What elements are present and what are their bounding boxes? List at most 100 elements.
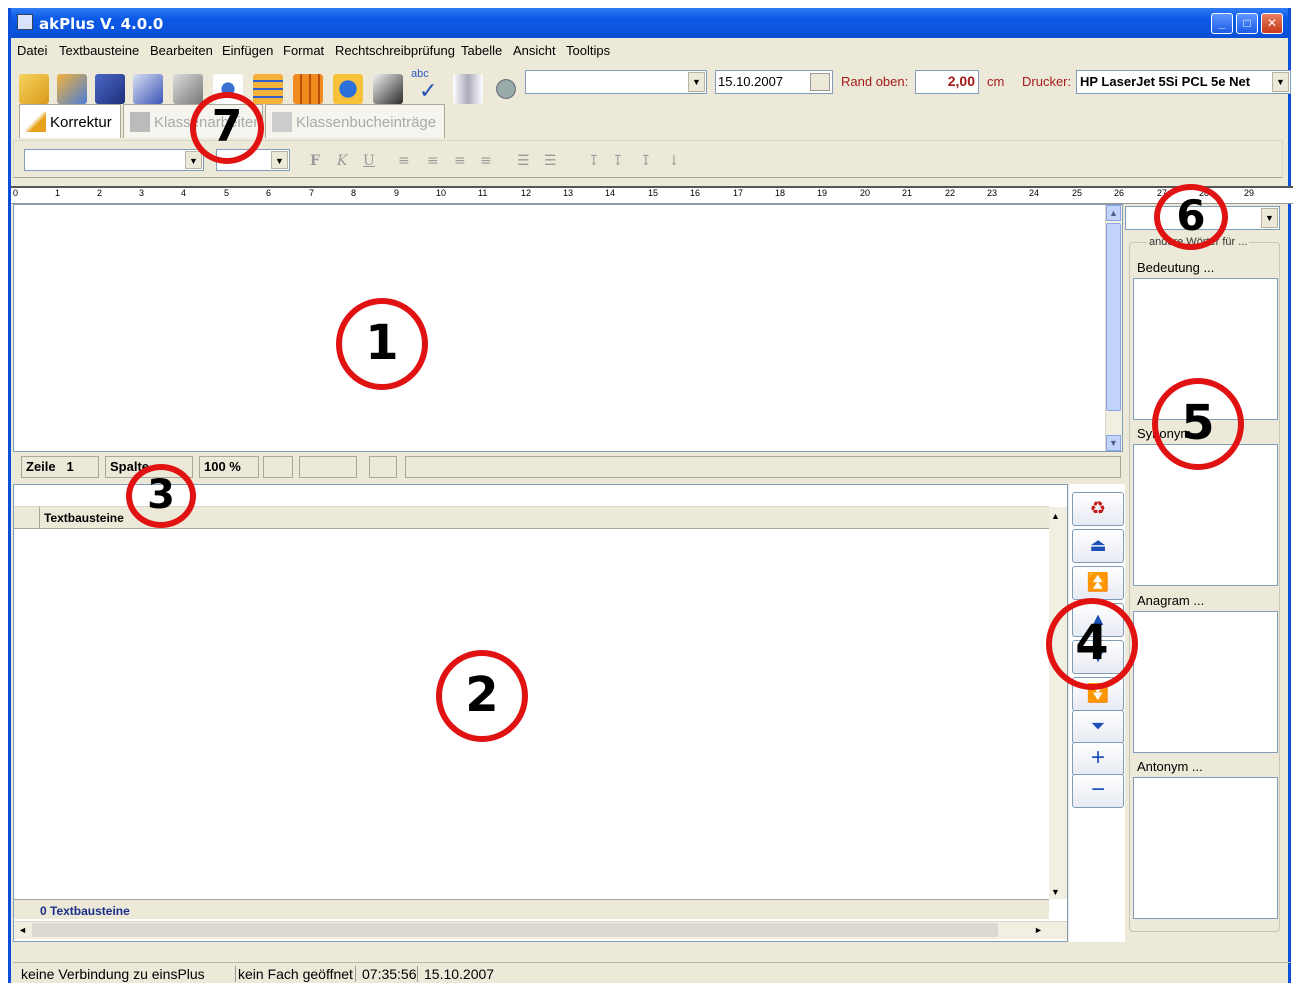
ruler-tick: 17 [733,188,744,198]
menu-rechtschreibpruefung[interactable]: Rechtschreibprüfung [335,43,455,58]
move-first-icon[interactable]: ⏏ [1072,529,1124,563]
menu-tooltips[interactable]: Tooltips [566,43,610,58]
spacing-icon[interactable]: ↧ [640,153,652,169]
bedeutung-label: Bedeutung ... [1137,260,1215,275]
calendar-icon[interactable] [373,74,403,104]
menu-datei[interactable]: Datei [17,43,47,58]
spellcheck-icon[interactable]: abc ✓ [411,68,443,103]
zeile-label: Zeile [26,459,56,474]
font-family-combo[interactable]: ▼ [24,149,204,171]
ruler-tick: 10 [436,188,447,198]
insert-table-icon[interactable] [293,74,323,104]
menu-bearbeiten[interactable]: Bearbeiten [150,43,213,58]
chevron-down-icon[interactable]: ▼ [688,72,705,92]
bullet-list-icon[interactable]: ☰ [544,153,557,169]
grid-hscrollbar[interactable]: ◄ ► [14,921,1067,939]
zeile-value: 1 [66,459,74,474]
grid-scrollbar[interactable]: ▲ ▼ [1049,507,1067,899]
underline-button[interactable]: U [363,153,375,169]
status-bar: keine Verbindung zu einsPlus kein Fach g… [13,962,1291,984]
printer-select[interactable]: HP LaserJet 5Si PCL 5e Net ▼ [1076,70,1291,94]
calendar-picker-icon[interactable] [810,73,830,91]
antonym-box[interactable] [1133,777,1278,919]
marker-5: 5 [1152,378,1244,470]
minimize-button[interactable]: _ [1211,13,1233,34]
ruler-tick: 1 [55,188,61,198]
indent-icon[interactable]: ↧ [588,153,600,169]
ruler-tick: 0 [13,188,19,198]
ruler-tick: 22 [945,188,956,198]
bold-button[interactable]: F [310,153,320,169]
ruler-tick: 25 [1072,188,1083,198]
close-button[interactable]: ✕ [1261,13,1283,34]
paragraph-icon[interactable]: ↓ [668,153,680,169]
justify-icon[interactable]: ≡ [480,153,492,169]
insert-object-icon[interactable] [333,74,363,104]
time-status: 07:35:56 [355,966,417,982]
ruler-tick: 7 [309,188,315,198]
anagram-label: Anagram ... [1137,593,1205,608]
scroll-right-icon[interactable]: ► [1034,925,1043,935]
numbered-list-icon[interactable]: ☰ [517,153,530,169]
refresh-icon[interactable]: ♻ [1072,492,1124,526]
scroll-thumb[interactable] [1106,223,1121,411]
chevron-down-icon[interactable]: ▼ [1272,72,1289,92]
scroll-left-icon[interactable]: ◄ [18,925,27,935]
remove-icon[interactable]: − [1072,774,1124,808]
ruler-tick: 8 [351,188,357,198]
font-combo[interactable]: ▼ [525,70,707,94]
text-blocks-icon[interactable] [57,74,87,104]
menu-tabelle[interactable]: Tabelle [461,43,502,58]
pencil-icon [26,112,46,132]
chevron-down-icon[interactable]: ▼ [271,151,288,169]
tab-klassenbucheintraege[interactable]: Klassenbucheinträge [265,104,445,138]
stamp-icon[interactable] [491,74,521,104]
marker-4: 4 [1046,598,1138,690]
move-last-icon[interactable]: ⏷ [1072,710,1124,744]
menu-textbausteine[interactable]: Textbausteine [59,43,139,58]
hscroll-thumb[interactable] [32,923,998,937]
tab-korrektur[interactable]: Korrektur [19,104,121,138]
move-up-page-icon[interactable]: ⏫ [1072,566,1124,600]
anagram-box[interactable] [1133,611,1278,753]
save-icon[interactable] [95,74,125,104]
menu-ansicht[interactable]: Ansicht [513,43,556,58]
align-left-icon[interactable]: ≡ [398,153,410,169]
text-editor[interactable]: ▲ ▼ [13,204,1123,452]
scroll-down-icon[interactable]: ▼ [1051,887,1060,897]
menu-einfuegen[interactable]: Einfügen [222,43,273,58]
marker-2: 2 [436,650,528,742]
outdent-icon[interactable]: ↧ [612,153,624,169]
text-blocks-grid[interactable]: Textbausteine ▲ ▼ 0 Textbausteine ◄ ► [13,484,1068,942]
scroll-up-icon[interactable]: ▲ [1106,205,1121,221]
editor-scrollbar[interactable]: ▲ ▼ [1105,205,1122,451]
column-header-textbausteine[interactable]: Textbausteine [44,511,124,525]
connection-status: keine Verbindung zu einsPlus [21,966,205,982]
printer-value: HP LaserJet 5Si PCL 5e Net [1080,74,1251,89]
add-icon[interactable]: + [1072,742,1124,776]
page-icon[interactable] [453,74,483,104]
align-right-icon[interactable]: ≡ [454,153,466,169]
ruler-tick: 20 [860,188,871,198]
ruler-tick: 24 [1029,188,1040,198]
antonym-label: Antonym ... [1137,759,1203,774]
table-icon[interactable] [253,74,283,104]
chevron-down-icon[interactable]: ▼ [185,151,202,169]
open-folder-icon[interactable] [19,74,49,104]
edit-document-icon[interactable] [133,74,163,104]
ruler-tick: 15 [648,188,659,198]
scroll-down-icon[interactable]: ▼ [1106,435,1121,451]
rand-oben-input[interactable]: 2,00 [915,70,979,94]
subject-status: kein Fach geöffnet [235,966,353,982]
align-center-icon[interactable]: ≡ [427,153,439,169]
date-field[interactable]: 15.10.2007 [715,70,833,94]
print-icon[interactable] [173,74,203,104]
ruler-tick: 13 [563,188,574,198]
menu-format[interactable]: Format [283,43,324,58]
scroll-up-icon[interactable]: ▲ [1051,511,1060,521]
date-status: 15.10.2007 [417,966,494,982]
chevron-down-icon[interactable]: ▼ [1261,208,1278,228]
ruler-tick: 26 [1114,188,1125,198]
italic-button[interactable]: K [337,153,347,169]
maximize-button[interactable]: □ [1236,13,1258,34]
